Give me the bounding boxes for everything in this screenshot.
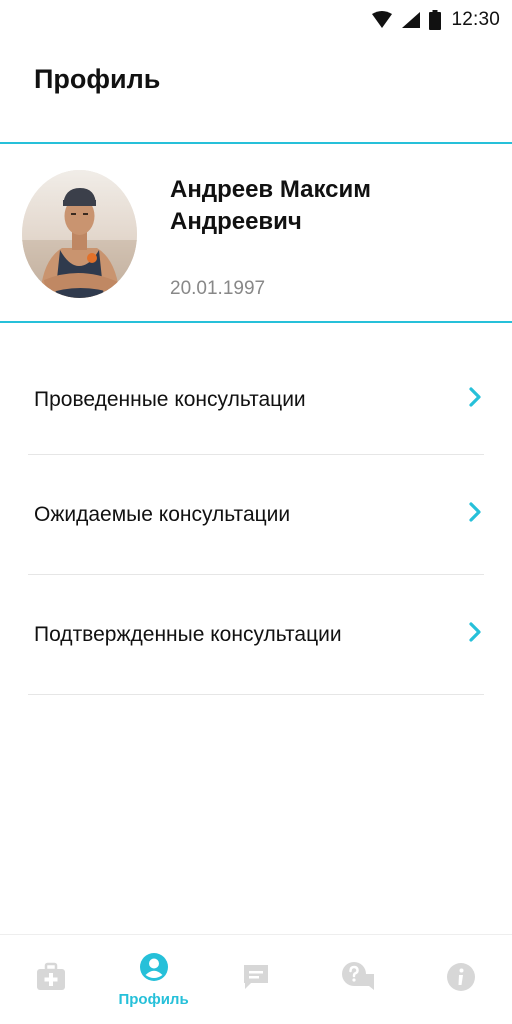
nav-item-chat[interactable] <box>206 940 306 1020</box>
nav-item-label: Профиль <box>118 990 189 1008</box>
bottom-navigation: Профиль <box>0 934 512 1024</box>
profile-card: Андреев Максим Андреевич 20.01.1997 <box>0 146 512 323</box>
menu-item-label: Подтвержденные консультации <box>34 622 342 646</box>
app-bar: Профиль <box>0 40 512 144</box>
signal-icon <box>401 11 421 29</box>
avatar[interactable] <box>22 170 137 298</box>
status-time: 12:30 <box>451 9 500 30</box>
info-icon <box>446 962 476 997</box>
profile-icon <box>139 952 169 987</box>
chat-icon <box>241 962 271 997</box>
menu-item-label: Ожидаемые консультации <box>34 502 291 526</box>
nav-item-profile[interactable]: Профиль <box>104 940 204 1020</box>
chevron-right-icon <box>468 621 484 648</box>
question-icon <box>340 960 376 999</box>
nav-item-medkit[interactable] <box>1 940 101 1020</box>
menu-item-label: Проведенные консультации <box>34 387 306 411</box>
menu-item-completed-consultations[interactable]: Проведенные консультации <box>28 345 484 455</box>
profile-screen: 12:30 Профиль Андреев Максим Андреевич 2… <box>0 0 512 1024</box>
profile-birth-date: 20.01.1997 <box>170 278 266 299</box>
nav-item-info[interactable] <box>411 940 511 1020</box>
chevron-right-icon <box>468 386 484 413</box>
consultations-menu: Проведенные консультации Ожидаемые консу… <box>28 345 484 695</box>
page-title: Профиль <box>34 64 161 94</box>
chevron-right-icon <box>468 501 484 528</box>
profile-name: Андреев Максим Андреевич <box>170 176 372 235</box>
first-aid-kit-icon <box>35 962 67 997</box>
wifi-icon <box>371 11 393 29</box>
status-bar: 12:30 <box>0 0 512 40</box>
menu-item-pending-consultations[interactable]: Ожидаемые консультации <box>28 455 484 575</box>
menu-item-confirmed-consultations[interactable]: Подтвержденные консультации <box>28 575 484 695</box>
nav-item-faq[interactable] <box>308 940 408 1020</box>
battery-icon <box>429 10 442 30</box>
